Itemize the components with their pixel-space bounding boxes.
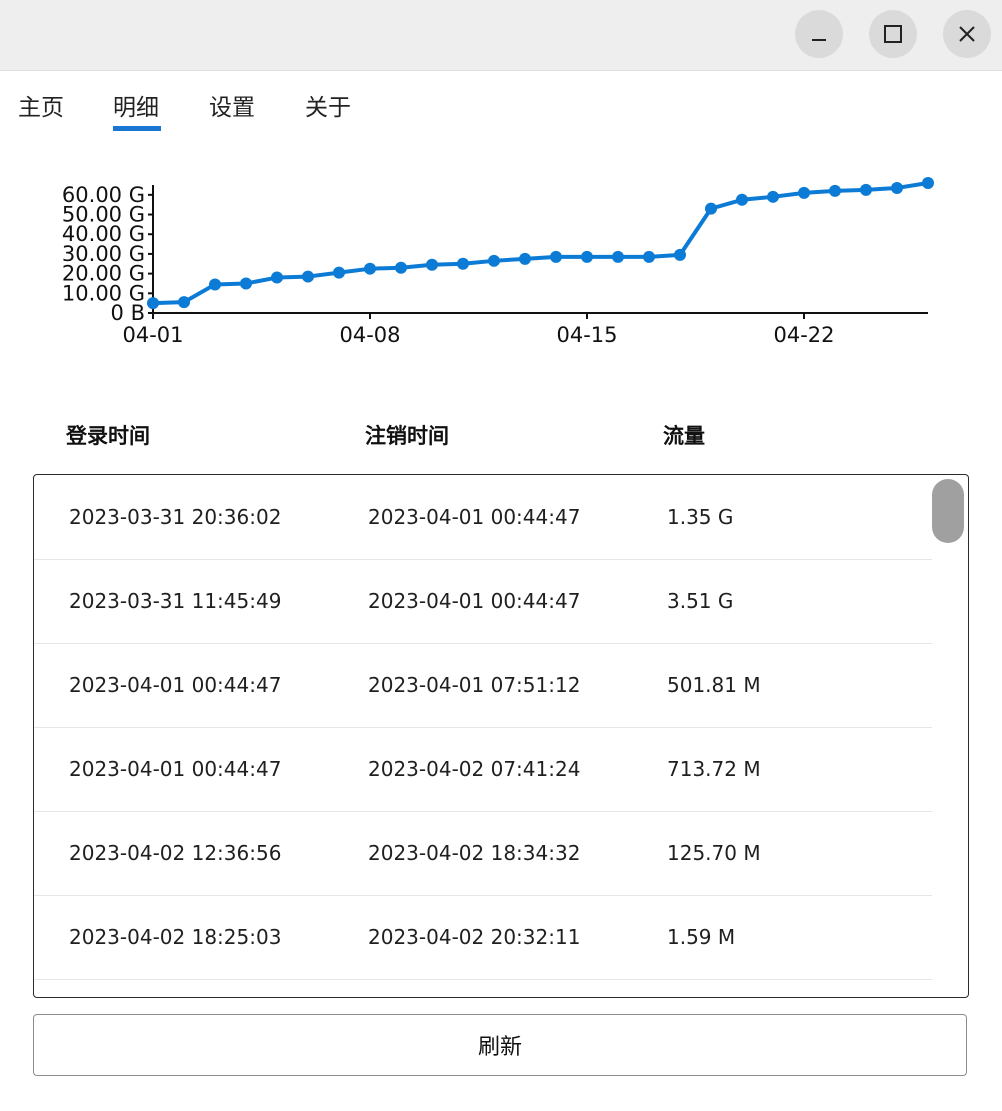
data-point bbox=[705, 202, 717, 215]
data-point bbox=[922, 177, 934, 190]
active-tab-indicator bbox=[113, 126, 161, 131]
tab-home[interactable]: 主页 bbox=[18, 88, 64, 122]
data-point bbox=[519, 252, 531, 265]
table-row[interactable]: 2023-04-01 00:44:47 2023-04-01 07:51:12 … bbox=[34, 643, 932, 728]
data-point bbox=[395, 261, 407, 274]
data-point bbox=[209, 278, 221, 291]
table-row[interactable]: 2023-03-31 11:45:49 2023-04-01 00:44:47 … bbox=[34, 559, 932, 644]
x-tick-label: 04-01 bbox=[122, 323, 183, 347]
logout-time-cell: 2023-04-01 00:44:47 bbox=[368, 589, 581, 613]
maximize-icon bbox=[884, 25, 902, 43]
tab-settings[interactable]: 设置 bbox=[209, 88, 255, 122]
table-row[interactable]: 2023-04-02 18:25:03 2023-04-02 20:32:11 … bbox=[34, 895, 932, 980]
data-point bbox=[643, 250, 655, 263]
table-row[interactable]: 2023-04-02 12:36:56 2023-04-02 18:34:32 … bbox=[34, 811, 932, 896]
minimize-button[interactable] bbox=[795, 10, 843, 58]
header-logout-time: 注销时间 bbox=[365, 424, 449, 448]
tab-details[interactable]: 明细 bbox=[113, 88, 159, 122]
logout-time-cell: 2023-04-02 20:32:11 bbox=[368, 925, 581, 949]
x-tick-label: 04-15 bbox=[556, 323, 617, 347]
login-time-cell: 2023-03-31 20:36:02 bbox=[69, 505, 282, 529]
table-row[interactable]: 2023-04-01 00:44:47 2023-04-02 07:41:24 … bbox=[34, 727, 932, 812]
data-point bbox=[891, 181, 903, 194]
data-point bbox=[581, 250, 593, 263]
logout-time-cell: 2023-04-01 00:44:47 bbox=[368, 505, 581, 529]
scrollbar-thumb[interactable] bbox=[932, 479, 964, 543]
series-line bbox=[152, 181, 929, 306]
data-point bbox=[302, 270, 314, 283]
x-tick-label: 04-08 bbox=[339, 323, 400, 347]
traffic-cell: 1.35 G bbox=[667, 505, 734, 529]
data-point bbox=[240, 277, 252, 290]
close-button[interactable] bbox=[943, 10, 991, 58]
data-point bbox=[488, 254, 500, 267]
logout-time-cell: 2023-04-02 18:34:32 bbox=[368, 841, 581, 865]
data-point bbox=[860, 183, 872, 196]
minimize-icon bbox=[812, 39, 826, 41]
login-time-cell: 2023-04-01 00:44:47 bbox=[69, 757, 282, 781]
refresh-button[interactable]: 刷新 bbox=[33, 1014, 967, 1076]
logout-time-cell: 2023-04-02 07:41:24 bbox=[368, 757, 581, 781]
header-login-time: 登录时间 bbox=[66, 424, 150, 448]
login-time-cell: 2023-03-31 11:45:49 bbox=[69, 589, 282, 613]
logout-time-cell: 2023-04-01 07:51:12 bbox=[368, 673, 581, 697]
y-tick-label: 60.00 G bbox=[62, 183, 145, 207]
tab-bar: 主页 明细 设置 关于 bbox=[0, 70, 1002, 140]
login-time-cell: 2023-04-02 18:25:03 bbox=[69, 925, 282, 949]
data-point bbox=[147, 297, 159, 310]
traffic-cell: 125.70 M bbox=[667, 841, 761, 865]
data-point bbox=[612, 250, 624, 263]
traffic-cell: 713.72 M bbox=[667, 757, 761, 781]
data-point bbox=[457, 257, 469, 270]
title-bar bbox=[0, 0, 1002, 71]
data-point bbox=[271, 271, 283, 284]
maximize-button[interactable] bbox=[869, 10, 917, 58]
data-point bbox=[674, 248, 686, 261]
data-point bbox=[798, 186, 810, 199]
data-point bbox=[550, 250, 562, 263]
header-traffic: 流量 bbox=[663, 424, 705, 448]
traffic-cell: 501.81 M bbox=[667, 673, 761, 697]
data-point bbox=[178, 296, 190, 309]
data-point bbox=[426, 258, 438, 271]
close-icon bbox=[959, 26, 975, 42]
data-point bbox=[333, 266, 345, 279]
data-point bbox=[829, 184, 841, 197]
data-point bbox=[364, 262, 376, 275]
login-time-cell: 2023-04-02 12:36:56 bbox=[69, 841, 282, 865]
x-tick-label: 04-22 bbox=[773, 323, 834, 347]
session-list[interactable]: 2023-03-31 20:36:02 2023-04-01 00:44:47 … bbox=[33, 474, 969, 998]
data-point bbox=[767, 190, 779, 203]
traffic-cell: 1.59 M bbox=[667, 925, 736, 949]
traffic-chart: 0 B10.00 G20.00 G30.00 G40.00 G50.00 G60… bbox=[62, 177, 934, 347]
data-point bbox=[736, 193, 748, 206]
tab-about[interactable]: 关于 bbox=[305, 88, 351, 122]
login-time-cell: 2023-04-01 00:44:47 bbox=[69, 673, 282, 697]
table-row[interactable]: 2023-03-31 20:36:02 2023-04-01 00:44:47 … bbox=[34, 475, 932, 560]
traffic-cell: 3.51 G bbox=[667, 589, 734, 613]
